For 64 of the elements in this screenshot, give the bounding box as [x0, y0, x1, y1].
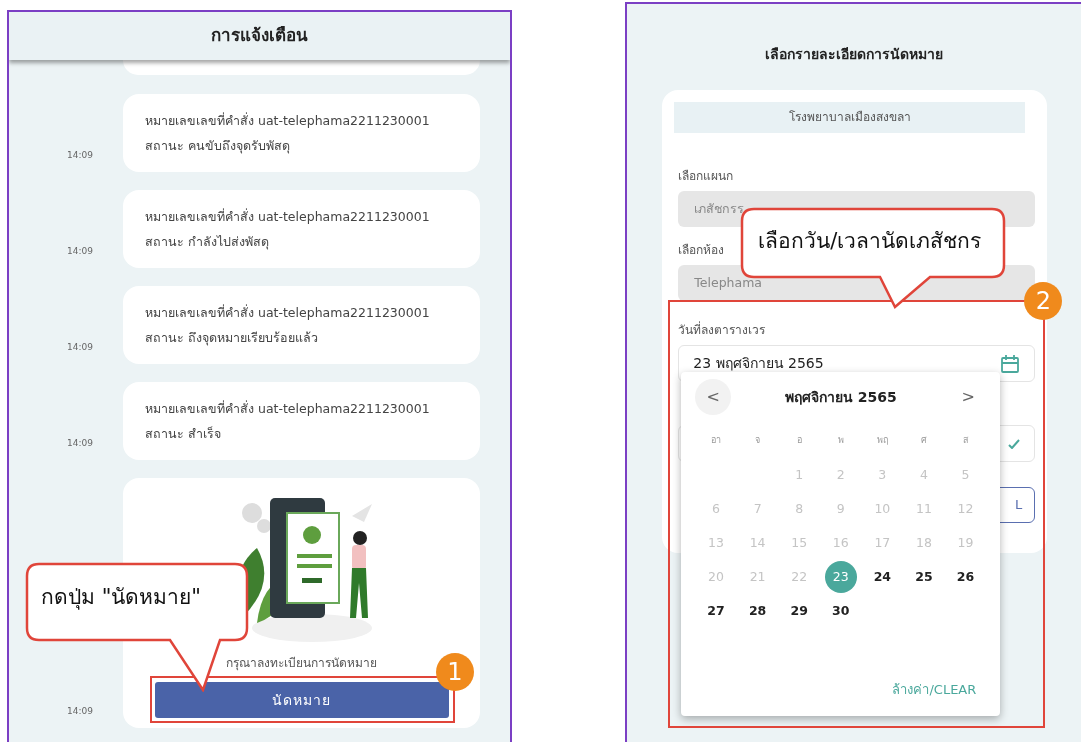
day-button: 22 — [783, 561, 816, 593]
previous-month-button[interactable]: < — [695, 379, 732, 415]
day-button: 13 — [700, 527, 733, 559]
time-label: 14:09 — [66, 340, 94, 354]
notification-order: หมายเลขเลขที่คำสั่ง uat-telephama2211230001 — [145, 207, 431, 226]
time-label: 14:09 — [66, 244, 94, 258]
field-label: เลือกห้อง — [677, 242, 726, 259]
day-button: 1 — [783, 459, 816, 491]
notification-status: สถานะ ถึงจุดหมายเรียบร้อยแล้ว — [145, 329, 319, 348]
date-value: 23 พฤศจิกายน 2565 — [693, 354, 824, 373]
notification-status: สถานะ สำเร็จ — [145, 425, 222, 443]
check-icon — [1008, 438, 1021, 449]
time-label: 14:09 — [66, 436, 94, 450]
next-month-button[interactable]: > — [950, 379, 987, 415]
day-button[interactable]: 27 — [700, 595, 733, 627]
step-badge: 2 — [1024, 282, 1063, 320]
time-label: 14:09 — [66, 148, 94, 162]
day-button: 7 — [741, 493, 774, 525]
day-button: 14 — [741, 527, 774, 559]
hospital-name: โรงพยาบาลเมืองสงขลา — [674, 102, 1026, 133]
day-button: 15 — [783, 527, 816, 559]
day-button: 4 — [907, 459, 940, 491]
field-label: วันที่ลงตารางเวร — [677, 321, 767, 339]
notification-status: สถานะ กำลังไปส่งพัสดุ — [145, 233, 270, 252]
weekday-label: พฤ — [875, 434, 889, 447]
day-button[interactable]: 29 — [783, 595, 816, 627]
weekday-label: ศ — [919, 434, 928, 447]
day-button[interactable]: 24 — [866, 561, 899, 593]
time-label: 14:09 — [66, 704, 94, 718]
day-button: 9 — [824, 493, 857, 525]
appointment-prompt: กรุณาลงทะเบียนการนัดหมาย — [226, 655, 377, 672]
notification-order: หมายเลขเลขที่คำสั่ง uat-telephama2211230001 — [145, 303, 431, 322]
day-button: 2 — [824, 459, 857, 491]
calendar-icon[interactable] — [1000, 353, 1021, 374]
callout-text: กดปุ่ม "นัดหมาย" — [41, 584, 201, 612]
field-label: เลือกแผนก — [677, 168, 735, 185]
month-title: พฤศจิกายน 2565 — [784, 387, 897, 407]
day-button: 19 — [949, 527, 982, 559]
day-button: 18 — [907, 527, 940, 559]
day-button: 10 — [866, 493, 899, 525]
day-button: 11 — [907, 493, 940, 525]
weekday-label: พ — [836, 434, 845, 447]
weekday-label: จ — [754, 434, 762, 447]
day-button[interactable]: 30 — [824, 595, 857, 627]
day-button: 3 — [866, 459, 899, 491]
day-button: 20 — [700, 561, 733, 593]
weekday-label: อ — [795, 434, 803, 447]
day-button[interactable]: 26 — [949, 561, 982, 593]
callout-text: เลือกวัน/เวลานัดเภสัชกร — [758, 228, 982, 255]
screen-title: เลือกรายละเอียดการนัดหมาย — [764, 45, 945, 64]
day-button[interactable]: 25 — [907, 561, 940, 593]
notification-status: สถานะ คนขับถึงจุดรับพัสดุ — [145, 137, 291, 156]
day-button: 8 — [783, 493, 816, 525]
day-button: 17 — [866, 527, 899, 559]
day-button: 16 — [824, 527, 857, 559]
screen-title: การแจ้งเตือน — [9, 12, 511, 60]
appointment-button[interactable]: นัดหมาย — [154, 682, 449, 718]
weekday-label: อา — [710, 434, 723, 447]
notification-order: หมายเลขเลขที่คำสั่ง uat-telephama2211230001 — [145, 111, 431, 130]
day-button: 21 — [741, 561, 774, 593]
notification-order: หมายเลขเลขที่คำสั่ง uat-telephama2211230001 — [145, 399, 431, 418]
day-button[interactable]: 28 — [741, 595, 774, 627]
day-button: 6 — [700, 493, 733, 525]
weekday-label: ส — [962, 434, 969, 447]
